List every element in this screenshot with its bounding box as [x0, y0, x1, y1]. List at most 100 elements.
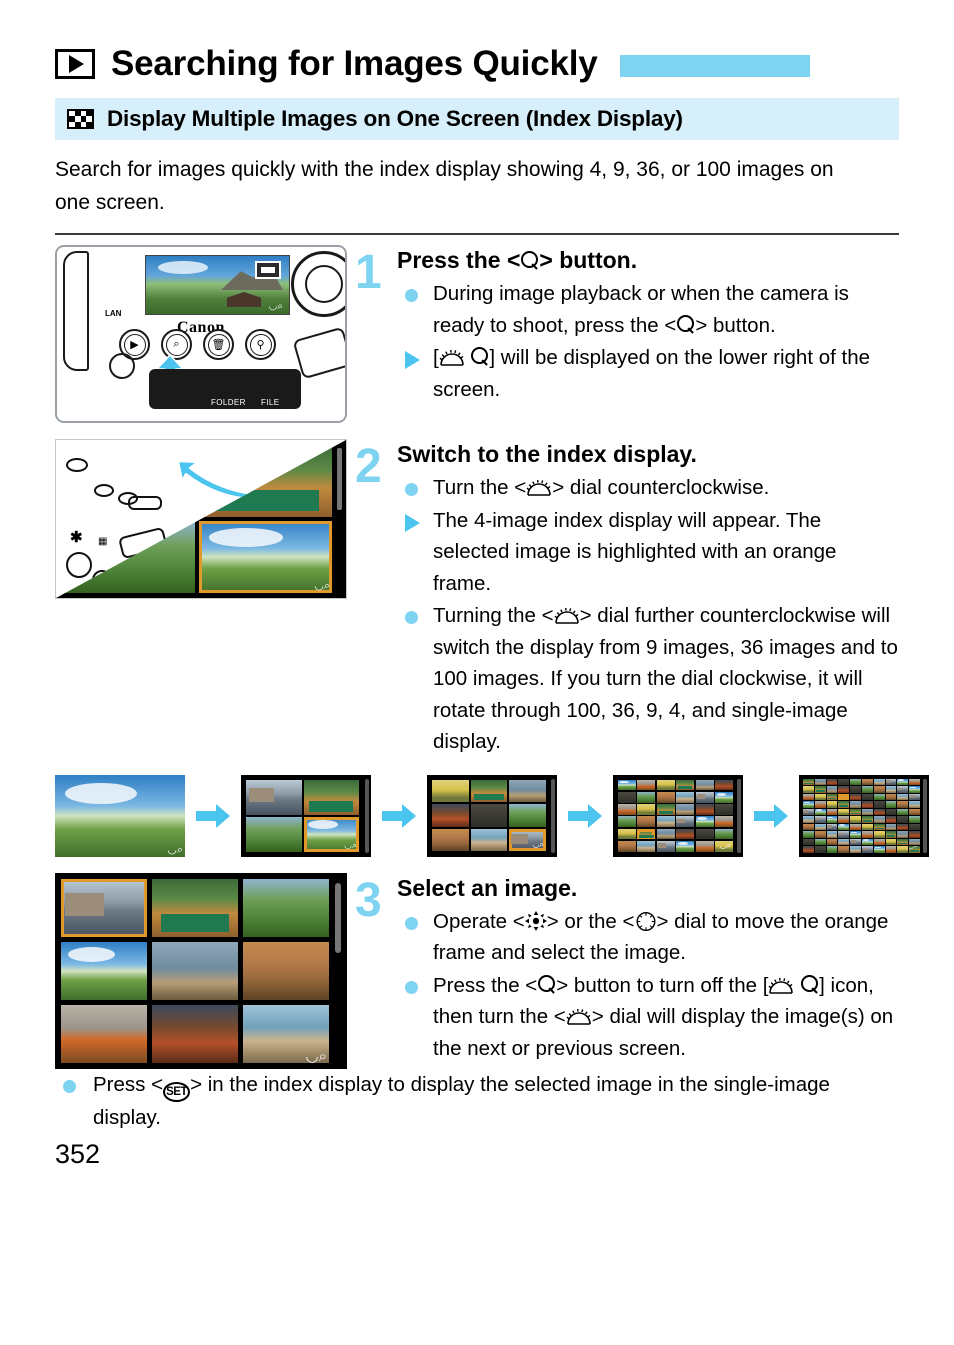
index-thumb	[850, 846, 861, 853]
step-1-number: 1	[355, 246, 382, 299]
index-thumb	[814, 838, 826, 845]
index-thumb	[826, 823, 838, 830]
index-thumb	[618, 828, 636, 840]
index-thumb[interactable]	[243, 878, 329, 937]
index-thumb	[656, 828, 675, 840]
index-thumb	[715, 791, 733, 803]
index-thumb[interactable]: ◡⌕	[243, 1004, 329, 1063]
index-thumb	[838, 801, 850, 808]
lcd-dial-magnify-overlay: ◡⌕	[268, 301, 283, 312]
index-thumb: ◡⌕	[715, 840, 733, 852]
page-title-row: Searching for Images Quickly	[55, 0, 899, 83]
nine-image-index-illustration: ◡⌕	[55, 872, 347, 1069]
index-thumb	[909, 838, 920, 845]
index-thumb	[814, 793, 826, 800]
index-thumb	[897, 838, 909, 845]
index-thumb	[715, 816, 733, 827]
progression-screen-9: ◡⌕	[427, 774, 557, 857]
camera-button	[66, 458, 88, 472]
index-thumb	[838, 823, 850, 830]
lan-label: LAN	[105, 309, 122, 318]
index-thumb	[909, 816, 920, 823]
index-thumb	[803, 846, 814, 853]
index-thumb[interactable]	[152, 1004, 238, 1063]
step-2-bullet-3: Turning the < > dial further counterclock…	[397, 600, 899, 758]
index-thumb	[246, 779, 302, 815]
index-thumb[interactable]	[61, 1004, 147, 1063]
dial-magnify-overlay-icon: ◡⌕	[719, 840, 731, 850]
dial-magnify-overlay-icon: ◡⌕	[909, 846, 918, 850]
protect-button[interactable]: ⚲	[245, 329, 276, 360]
main-dial-icon	[768, 977, 794, 994]
thirtysix-image-screen: ◡⌕	[613, 774, 743, 857]
index-thumb	[695, 828, 714, 840]
index-thumb	[909, 823, 920, 830]
index-thumb-selected[interactable]	[61, 878, 147, 937]
progression-screen-4: ◡⌕	[241, 774, 371, 857]
step-1-bullet-2: [ ] will be displayed on the lower right…	[397, 342, 899, 405]
index-thumb	[803, 778, 814, 785]
info-button[interactable]	[109, 353, 135, 379]
dial-magnify-overlay-icon: ◡⌕	[167, 843, 183, 856]
index-thumb	[897, 793, 909, 800]
main-dial-icon	[554, 607, 579, 624]
index-thumb	[897, 846, 909, 853]
step-3-number: 3	[355, 873, 382, 927]
index-thumb	[656, 816, 675, 827]
index-thumb[interactable]	[243, 941, 329, 1000]
index-thumb	[897, 778, 909, 785]
intro-paragraph: Search for images quickly with the index…	[55, 158, 834, 214]
dial-magnify-overlay-icon: ◡⌕	[532, 840, 544, 850]
index-thumb	[803, 816, 814, 823]
index-thumb	[676, 828, 695, 840]
index-thumb[interactable]	[61, 941, 147, 1000]
index-thumb	[850, 793, 861, 800]
index-thumb	[637, 804, 656, 815]
index-thumb	[909, 786, 920, 793]
index-thumb	[432, 779, 469, 803]
index-thumb	[850, 778, 861, 785]
index-thumb	[695, 804, 714, 815]
camera-button	[94, 484, 114, 497]
index-scrollbar[interactable]	[335, 882, 341, 953]
progression-arrow-icon	[382, 803, 416, 828]
index-thumb	[826, 838, 838, 845]
index-thumb	[885, 793, 897, 800]
index-thumb	[909, 808, 920, 815]
index-thumb	[803, 823, 814, 830]
index-thumb	[862, 786, 873, 793]
index-thumb	[814, 846, 826, 853]
index-thumb	[246, 816, 302, 852]
index-thumb	[637, 816, 656, 827]
index-thumb-selected: ◡⌕	[303, 816, 359, 852]
index-thumb[interactable]	[152, 878, 238, 937]
index-thumb	[618, 804, 636, 815]
index-thumb	[897, 786, 909, 793]
index-thumb	[909, 778, 920, 785]
camera-power-switch	[292, 326, 345, 380]
magnify-icon	[470, 346, 489, 367]
erase-button[interactable]: 🗑	[203, 329, 234, 360]
lcd-single-image-icon	[255, 261, 281, 279]
index-thumb	[862, 816, 873, 823]
index-thumb: ◡⌕	[909, 846, 920, 853]
index-thumb	[873, 816, 885, 823]
index-thumb	[695, 779, 714, 791]
page-title: Searching for Images Quickly	[111, 43, 598, 83]
index-scrollbar[interactable]	[337, 448, 342, 510]
camera-grip	[63, 251, 89, 371]
dial-and-4-image-index-illustration: ◡⌕ ✱ ▦	[55, 439, 347, 599]
index-thumb	[897, 823, 909, 830]
manual-page: Searching for Images Quickly Display Mul…	[0, 0, 954, 1345]
step-2-title: Switch to the index display.	[397, 441, 697, 467]
index-thumb	[814, 778, 826, 785]
index-thumb	[509, 804, 546, 827]
index-thumb	[885, 808, 897, 815]
index-thumb	[509, 779, 546, 803]
index-thumb[interactable]	[152, 941, 238, 1000]
index-thumb	[803, 793, 814, 800]
step-1-title: Press the < > button.	[397, 247, 638, 273]
index-thumb	[826, 793, 838, 800]
lcd-file-label: FILE	[261, 398, 280, 407]
index-thumb-selected[interactable]: ◡⌕	[198, 521, 332, 593]
